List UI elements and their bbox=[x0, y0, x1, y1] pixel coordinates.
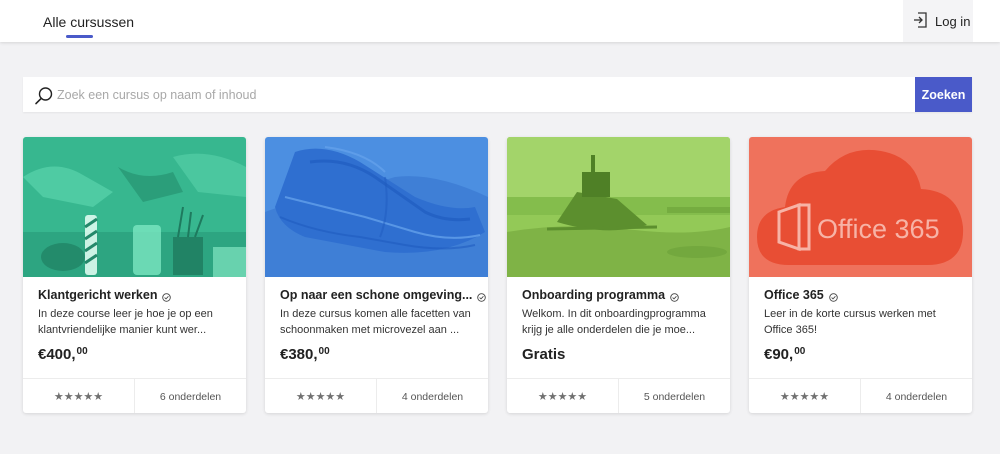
search-icon bbox=[34, 86, 54, 106]
course-image-office-365-logo: Office 365 bbox=[749, 137, 972, 277]
course-title: Klantgericht werken bbox=[38, 288, 238, 302]
course-description: In deze cursus komen alle facetten van s… bbox=[280, 308, 471, 336]
course-title: Onboarding programma bbox=[522, 288, 722, 302]
parts-count: 5 onderdelen bbox=[643, 390, 706, 403]
check-circle-icon bbox=[477, 291, 487, 302]
price-cents: 00 bbox=[794, 346, 806, 357]
price-main: Gratis bbox=[522, 346, 566, 363]
active-tab-indicator bbox=[66, 35, 93, 38]
course-footer: ★★★★★ 6 onderdelen bbox=[23, 378, 246, 413]
check-circle-icon bbox=[670, 291, 679, 302]
course-description: In deze course leer je hoe je op een kla… bbox=[38, 308, 213, 336]
price-main: €400, bbox=[38, 346, 76, 363]
course-card-onboarding-programma[interactable]: Onboarding programma Welkom. In dit onbo… bbox=[507, 137, 730, 413]
office-365-logo-text: Office 365 bbox=[817, 214, 940, 244]
course-footer: ★★★★★ 4 onderdelen bbox=[749, 378, 972, 413]
course-title: Office 365 bbox=[764, 288, 964, 302]
course-title-text: Op naar een schone omgeving... bbox=[280, 288, 473, 302]
price-cents: 00 bbox=[318, 346, 330, 357]
course-image-team-meeting bbox=[23, 137, 246, 277]
search-button[interactable]: Zoeken bbox=[915, 77, 972, 112]
search-input[interactable] bbox=[57, 77, 927, 112]
course-price: €90,00 bbox=[764, 346, 805, 363]
course-price: Gratis bbox=[522, 346, 566, 363]
course-title-text: Office 365 bbox=[764, 288, 824, 302]
price-main: €380, bbox=[280, 346, 318, 363]
course-price: €380,00 bbox=[280, 346, 330, 363]
course-title-text: Onboarding programma bbox=[522, 288, 666, 302]
course-description: Welkom. In dit onboardingprogramma krijg… bbox=[522, 308, 706, 336]
rating-stars: ★★★★★ bbox=[265, 379, 376, 413]
price-main: €90, bbox=[764, 346, 794, 363]
course-image-shipwreck bbox=[507, 137, 730, 277]
top-navigation: Alle cursussen Log in bbox=[0, 0, 1000, 42]
rating-stars: ★★★★★ bbox=[507, 379, 618, 413]
course-title: Op naar een schone omgeving... bbox=[280, 288, 487, 302]
course-image-microfiber-cloth bbox=[265, 137, 488, 277]
course-card-office-365[interactable]: Office 365 Office 365 Leer in de korte c… bbox=[749, 137, 972, 413]
check-circle-icon bbox=[829, 291, 838, 302]
course-card-schone-omgeving[interactable]: Op naar een schone omgeving... In deze c… bbox=[265, 137, 488, 413]
check-circle-icon bbox=[162, 291, 172, 302]
course-footer: ★★★★★ 4 onderdelen bbox=[265, 378, 488, 413]
parts-count: 4 onderdelen bbox=[401, 390, 464, 403]
star-icons: ★★★★★ bbox=[779, 391, 830, 403]
login-icon bbox=[913, 11, 928, 31]
search-bar: Zoeken bbox=[23, 77, 972, 112]
course-description: Leer in de korte cursus werken met Offic… bbox=[764, 308, 936, 336]
rating-stars: ★★★★★ bbox=[749, 379, 860, 413]
star-icons: ★★★★★ bbox=[537, 391, 588, 403]
login-button[interactable]: Log in bbox=[903, 0, 973, 42]
parts-count: 4 onderdelen bbox=[885, 390, 948, 403]
rating-stars: ★★★★★ bbox=[23, 379, 134, 413]
star-icons: ★★★★★ bbox=[295, 391, 346, 403]
tab-all-courses[interactable]: Alle cursussen bbox=[43, 14, 134, 30]
price-cents: 00 bbox=[76, 346, 88, 357]
course-card-klantgericht-werken[interactable]: Klantgericht werken In deze course leer … bbox=[23, 137, 246, 413]
login-label: Log in bbox=[935, 13, 971, 29]
parts-count: 6 onderdelen bbox=[159, 390, 222, 403]
course-price: €400,00 bbox=[38, 346, 88, 363]
course-footer: ★★★★★ 5 onderdelen bbox=[507, 378, 730, 413]
star-icons: ★★★★★ bbox=[53, 391, 104, 403]
course-title-text: Klantgericht werken bbox=[38, 288, 158, 302]
